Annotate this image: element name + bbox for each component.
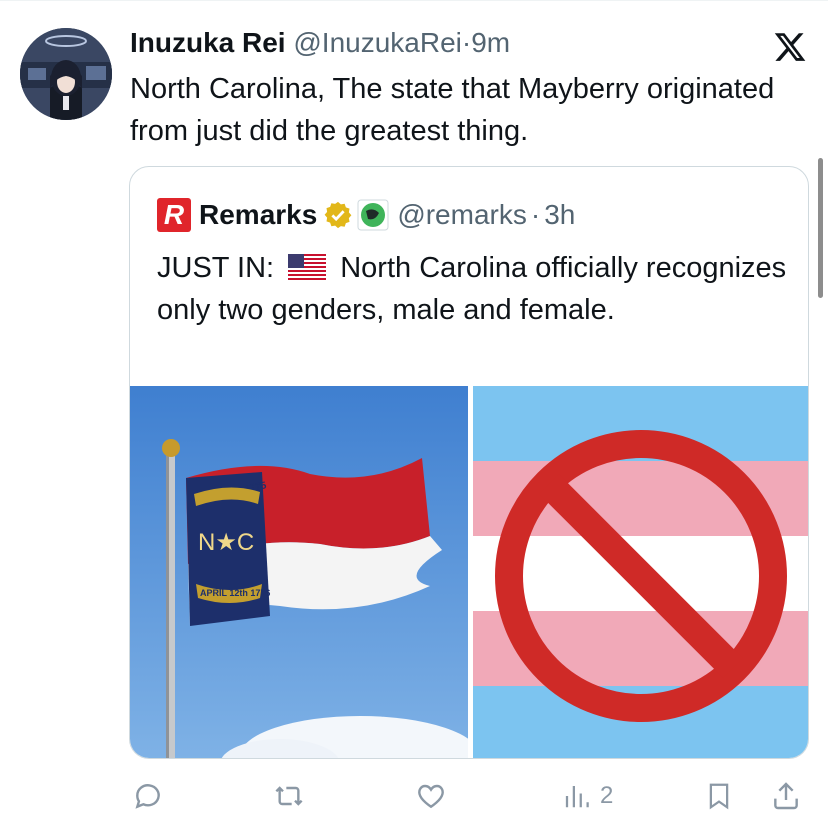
action-bar: 2 — [0, 778, 828, 818]
reply-icon — [135, 784, 160, 809]
tweet-time[interactable]: 9m — [471, 27, 510, 58]
views-count: 2 — [600, 782, 614, 809]
remarks-logo-icon: R — [157, 198, 191, 232]
x-logo-icon[interactable] — [772, 30, 808, 64]
views-chart-icon — [565, 786, 589, 808]
author-handle[interactable]: @InuzukaRei — [293, 27, 462, 58]
top-divider — [0, 0, 828, 1]
quoted-text-prefix: JUST IN: — [157, 252, 275, 284]
views-button[interactable]: 2 — [562, 778, 613, 814]
quoted-header: R Remarks @remarks · 3h — [157, 197, 575, 233]
quoted-tweet[interactable]: R Remarks @remarks · 3h JUST IN: North Car… — [129, 166, 809, 759]
quoted-text: JUST IN: North Carolina officially recog… — [157, 247, 787, 331]
repost-icon — [275, 786, 303, 806]
header-separator: · — [461, 27, 472, 58]
quoted-separator: · — [530, 199, 541, 230]
us-flag-icon — [288, 254, 327, 280]
like-button[interactable] — [414, 778, 448, 814]
bookmark-icon — [709, 783, 729, 810]
avatar[interactable] — [20, 28, 112, 120]
tweet-text: North Carolina, The state that Mayberry … — [130, 73, 775, 147]
avatar-image — [20, 28, 112, 120]
nc-flag-image[interactable]: MAY 20th 1775 N★C APRIL 12th 1776 — [130, 386, 468, 758]
bookmark-button[interactable] — [704, 778, 734, 814]
share-icon — [774, 782, 798, 810]
repost-button[interactable] — [272, 778, 306, 814]
flag-bottom-banner: APRIL 12th 1776 — [200, 588, 270, 598]
prohibited-trans-flag-image[interactable] — [473, 386, 808, 758]
share-button[interactable] — [770, 778, 802, 814]
heart-icon — [418, 784, 444, 809]
affiliate-badge-icon — [357, 199, 389, 231]
author-name[interactable]: Inuzuka Rei — [130, 27, 286, 58]
verified-badge-icon — [324, 201, 352, 229]
quoted-author-name[interactable]: Remarks — [199, 199, 317, 231]
quoted-handle[interactable]: @remarks — [397, 199, 527, 231]
scrollbar[interactable] — [818, 158, 823, 298]
tweet-header: Inuzuka Rei @InuzukaRei·9m — [130, 26, 510, 60]
reply-button[interactable] — [132, 778, 164, 814]
flag-letters: N★C — [198, 529, 254, 556]
quoted-time[interactable]: 3h — [544, 199, 575, 231]
